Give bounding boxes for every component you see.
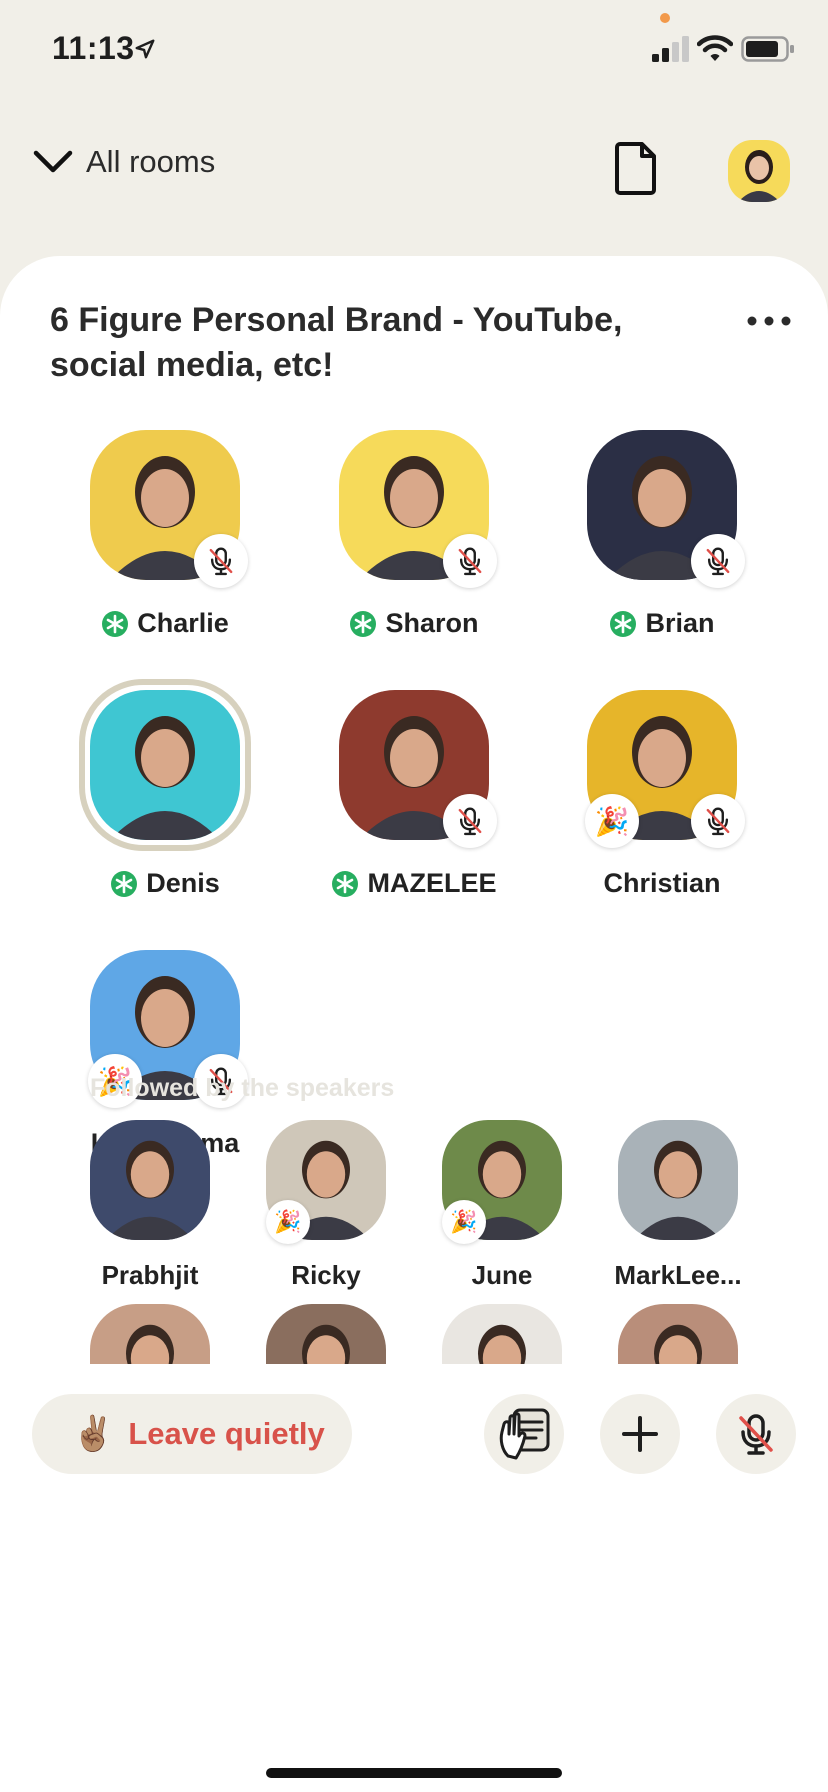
- status-bar: 11:13: [0, 0, 828, 100]
- listener-tile[interactable]: Prabhjit: [70, 1120, 230, 1291]
- profile-avatar[interactable]: [728, 140, 790, 202]
- listener-avatar[interactable]: [618, 1304, 738, 1364]
- listener-tile[interactable]: 🎉 June: [422, 1120, 582, 1291]
- party-popper-icon: 🎉: [442, 1200, 486, 1244]
- speaker-tile[interactable]: Charlie: [65, 430, 265, 639]
- speaker-tile[interactable]: Brian: [562, 430, 762, 639]
- speaker-name: Sharon: [385, 608, 479, 638]
- more-listeners-row: [0, 1300, 828, 1364]
- party-popper-icon: 🎉: [585, 794, 639, 848]
- document-icon[interactable]: [614, 140, 660, 196]
- listener-name: Prabhjit: [101, 1260, 199, 1290]
- speaker-name: Brian: [645, 608, 715, 638]
- speaker-name-row: MAZELEE: [314, 868, 514, 899]
- listener-avatar[interactable]: [618, 1120, 738, 1240]
- speaker-name-row: Brian: [562, 608, 762, 639]
- add-button[interactable]: [600, 1394, 680, 1474]
- home-indicator: [266, 1768, 562, 1778]
- speaker-avatar[interactable]: [339, 690, 497, 848]
- listener-name: Ricky: [291, 1260, 361, 1290]
- bottom-bar: ✌🏽 Leave quietly: [0, 1364, 828, 1792]
- speaker-tile[interactable]: Denis: [65, 679, 265, 899]
- moderator-icon: [350, 610, 377, 637]
- muted-badge: [691, 534, 745, 588]
- speaker-tile[interactable]: 🎉 Christian: [562, 690, 762, 899]
- speaker-name: Charlie: [137, 608, 229, 638]
- moderator-icon: [111, 870, 138, 897]
- mute-toggle-button[interactable]: [716, 1394, 796, 1474]
- speaker-avatar[interactable]: 🎉: [585, 690, 745, 848]
- raise-hand-icon: [499, 1408, 550, 1460]
- avatar-photo: [90, 1120, 210, 1240]
- listener-avatar[interactable]: [90, 1304, 210, 1364]
- muted-badge: [691, 794, 745, 848]
- listener-tile[interactable]: MarkLee...: [598, 1120, 758, 1291]
- moderator-icon: [102, 610, 129, 637]
- speaker-tile[interactable]: MAZELEE: [314, 690, 514, 899]
- peace-hand-icon: ✌🏽: [72, 1415, 115, 1453]
- speaker-name: MAZELEE: [367, 868, 497, 898]
- leave-quietly-button[interactable]: ✌🏽 Leave quietly: [32, 1394, 352, 1474]
- room-title: 6 Figure Personal Brand - YouTube, socia…: [50, 301, 623, 384]
- muted-mic-icon: [706, 807, 730, 836]
- muted-badge: [443, 794, 497, 848]
- avatar-photo: [266, 1304, 386, 1364]
- muted-badge: [443, 534, 497, 588]
- all-rooms-label: All rooms: [86, 144, 216, 179]
- avatar-photo: [90, 1304, 210, 1364]
- speaker-avatar[interactable]: [339, 430, 497, 588]
- privacy-indicator-dot: [660, 13, 670, 23]
- speaker-name: Denis: [146, 868, 220, 898]
- moderator-icon: [332, 870, 359, 897]
- muted-mic-icon: [706, 547, 730, 576]
- raise-hand-button[interactable]: [484, 1394, 564, 1474]
- status-time: 11:13: [52, 30, 135, 66]
- moderator-icon: [610, 610, 637, 637]
- muted-badge: [194, 534, 248, 588]
- listener-name: MarkLee...: [614, 1260, 742, 1290]
- speaking-ring: [79, 679, 251, 851]
- speaker-name-row: Christian: [562, 868, 762, 899]
- speaker-name-row: Denis: [65, 868, 265, 899]
- speaker-avatar[interactable]: [587, 430, 745, 588]
- party-popper-icon: 🎉: [266, 1200, 310, 1244]
- speaker-name: Christian: [603, 868, 721, 898]
- speaker-name-row: Sharon: [314, 608, 514, 639]
- location-arrow-icon: [135, 39, 155, 59]
- muted-mic-icon: [458, 807, 482, 836]
- speaker-tile[interactable]: Sharon: [314, 430, 514, 639]
- listener-avatar[interactable]: [266, 1304, 386, 1364]
- top-nav: All rooms: [0, 140, 828, 202]
- battery-icon: [741, 36, 794, 62]
- listener-avatar[interactable]: [442, 1304, 562, 1364]
- listener-name: June: [471, 1260, 533, 1290]
- muted-mic-icon: [209, 547, 233, 576]
- wifi-icon: [697, 35, 733, 61]
- speaker-name-row: Charlie: [65, 608, 265, 639]
- listener-avatar[interactable]: 🎉: [266, 1120, 386, 1244]
- avatar-photo: [442, 1304, 562, 1364]
- listener-avatar[interactable]: [90, 1120, 210, 1240]
- listener-tile[interactable]: 🎉 Ricky: [246, 1120, 406, 1291]
- cellular-signal-icon: [652, 36, 689, 62]
- speaker-avatar[interactable]: [90, 430, 248, 588]
- plus-icon: [622, 1416, 658, 1452]
- followed-by-speakers-label: Followed by the speakers: [90, 1074, 395, 1102]
- avatar-photo: [618, 1120, 738, 1240]
- listener-avatar[interactable]: 🎉: [442, 1120, 562, 1244]
- chevron-down-icon: [33, 150, 73, 173]
- all-rooms-button[interactable]: All rooms: [32, 144, 215, 180]
- muted-mic-icon: [458, 547, 482, 576]
- avatar-photo: [618, 1304, 738, 1364]
- muted-mic-icon: [739, 1414, 773, 1455]
- more-options-icon[interactable]: [744, 306, 794, 336]
- speaker-avatar[interactable]: [79, 679, 251, 851]
- leave-quietly-label: Leave quietly: [128, 1416, 325, 1451]
